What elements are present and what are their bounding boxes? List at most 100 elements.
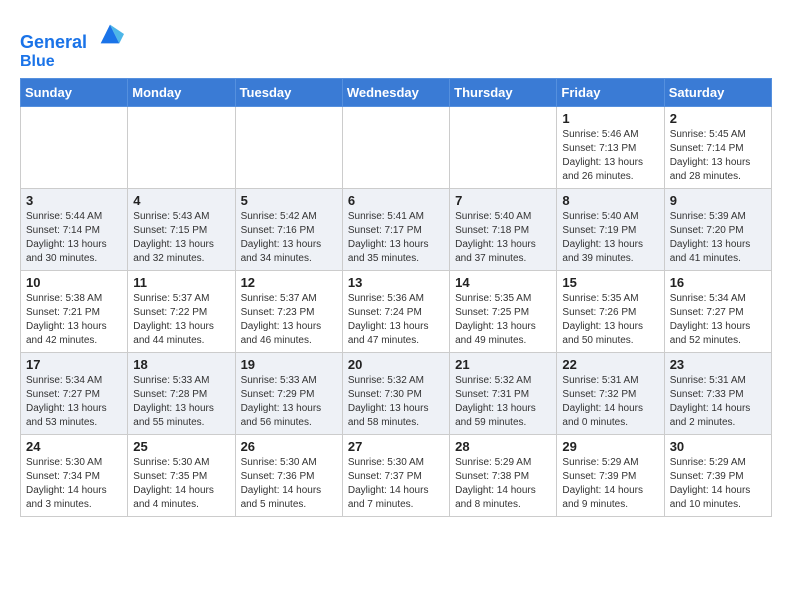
day-number: 20 — [348, 357, 444, 372]
day-number: 21 — [455, 357, 551, 372]
day-detail: Sunrise: 5:37 AM Sunset: 7:23 PM Dayligh… — [241, 292, 337, 348]
weekday-saturday: Saturday — [664, 79, 771, 107]
day-number: 28 — [455, 439, 551, 454]
calendar-cell — [21, 107, 128, 189]
day-number: 26 — [241, 439, 337, 454]
logo-text: General — [20, 20, 124, 53]
day-detail: Sunrise: 5:44 AM Sunset: 7:14 PM Dayligh… — [26, 210, 122, 266]
calendar-cell: 4 Sunrise: 5:43 AM Sunset: 7:15 PM Daylig… — [128, 189, 235, 271]
calendar-cell: 30 Sunrise: 5:29 AM Sunset: 7:39 PM Dayli… — [664, 435, 771, 517]
day-number: 10 — [26, 275, 122, 290]
weekday-friday: Friday — [557, 79, 664, 107]
calendar-cell: 24 Sunrise: 5:30 AM Sunset: 7:34 PM Dayli… — [21, 435, 128, 517]
day-number: 9 — [670, 193, 766, 208]
calendar-cell — [450, 107, 557, 189]
day-detail: Sunrise: 5:30 AM Sunset: 7:36 PM Dayligh… — [241, 456, 337, 512]
day-detail: Sunrise: 5:35 AM Sunset: 7:26 PM Dayligh… — [562, 292, 658, 348]
calendar-cell: 25Sunrise: 5:30 AM Sunset: 7:35 PM Dayli… — [128, 435, 235, 517]
day-number: 11 — [133, 275, 229, 290]
calendar-cell — [342, 107, 449, 189]
day-detail: Sunrise: 5:29 AM Sunset: 7:39 PM Dayligh… — [670, 456, 766, 512]
day-detail: Sunrise: 5:42 AM Sunset: 7:16 PM Dayligh… — [241, 210, 337, 266]
weekday-header-row: SundayMondayTuesdayWednesdayThursdayFrid… — [21, 79, 772, 107]
day-detail: Sunrise: 5:38 AM Sunset: 7:21 PM Dayligh… — [26, 292, 122, 348]
day-detail: Sunrise: 5:45 AM Sunset: 7:14 PM Dayligh… — [670, 128, 766, 184]
day-detail: Sunrise: 5:31 AM Sunset: 7:32 PM Dayligh… — [562, 374, 658, 430]
weekday-tuesday: Tuesday — [235, 79, 342, 107]
day-detail: Sunrise: 5:39 AM Sunset: 7:20 PM Dayligh… — [670, 210, 766, 266]
day-detail: Sunrise: 5:33 AM Sunset: 7:29 PM Dayligh… — [241, 374, 337, 430]
day-detail: Sunrise: 5:33 AM Sunset: 7:28 PM Dayligh… — [133, 374, 229, 430]
calendar-cell: 11 Sunrise: 5:37 AM Sunset: 7:22 PM Dayli… — [128, 271, 235, 353]
logo-icon — [96, 20, 124, 48]
weekday-sunday: Sunday — [21, 79, 128, 107]
day-detail: Sunrise: 5:46 AM Sunset: 7:13 PM Dayligh… — [562, 128, 658, 184]
day-number: 27 — [348, 439, 444, 454]
day-detail: Sunrise: 5:30 AM Sunset: 7:34 PM Dayligh… — [26, 456, 122, 512]
calendar-week-1: 1Sunrise: 5:46 AM Sunset: 7:13 PM Daylig… — [21, 107, 772, 189]
day-number: 22 — [562, 357, 658, 372]
calendar-cell: 10 Sunrise: 5:38 AM Sunset: 7:21 PM Dayli… — [21, 271, 128, 353]
calendar-cell: 18Sunrise: 5:33 AM Sunset: 7:28 PM Dayli… — [128, 353, 235, 435]
calendar-cell: 17 Sunrise: 5:34 AM Sunset: 7:27 PM Dayli… — [21, 353, 128, 435]
calendar-cell: 1Sunrise: 5:46 AM Sunset: 7:13 PM Daylig… — [557, 107, 664, 189]
calendar-cell: 7 Sunrise: 5:40 AM Sunset: 7:18 PM Daylig… — [450, 189, 557, 271]
calendar-cell: 3Sunrise: 5:44 AM Sunset: 7:14 PM Daylig… — [21, 189, 128, 271]
day-number: 6 — [348, 193, 444, 208]
calendar-cell — [128, 107, 235, 189]
calendar-cell: 26 Sunrise: 5:30 AM Sunset: 7:36 PM Dayli… — [235, 435, 342, 517]
weekday-wednesday: Wednesday — [342, 79, 449, 107]
calendar-header: SundayMondayTuesdayWednesdayThursdayFrid… — [21, 79, 772, 107]
day-number: 7 — [455, 193, 551, 208]
calendar-cell: 5 Sunrise: 5:42 AM Sunset: 7:16 PM Daylig… — [235, 189, 342, 271]
day-detail: Sunrise: 5:36 AM Sunset: 7:24 PM Dayligh… — [348, 292, 444, 348]
calendar-cell: 6 Sunrise: 5:41 AM Sunset: 7:17 PM Daylig… — [342, 189, 449, 271]
day-number: 16 — [670, 275, 766, 290]
day-detail: Sunrise: 5:29 AM Sunset: 7:38 PM Dayligh… — [455, 456, 551, 512]
calendar-cell: 14Sunrise: 5:35 AM Sunset: 7:25 PM Dayli… — [450, 271, 557, 353]
day-detail: Sunrise: 5:34 AM Sunset: 7:27 PM Dayligh… — [670, 292, 766, 348]
weekday-thursday: Thursday — [450, 79, 557, 107]
day-detail: Sunrise: 5:43 AM Sunset: 7:15 PM Dayligh… — [133, 210, 229, 266]
calendar-table: SundayMondayTuesdayWednesdayThursdayFrid… — [20, 78, 772, 517]
day-number: 29 — [562, 439, 658, 454]
day-detail: Sunrise: 5:37 AM Sunset: 7:22 PM Dayligh… — [133, 292, 229, 348]
calendar-week-3: 10 Sunrise: 5:38 AM Sunset: 7:21 PM Dayli… — [21, 271, 772, 353]
day-detail: Sunrise: 5:34 AM Sunset: 7:27 PM Dayligh… — [26, 374, 122, 430]
calendar-cell: 19Sunrise: 5:33 AM Sunset: 7:29 PM Dayli… — [235, 353, 342, 435]
day-number: 25 — [133, 439, 229, 454]
day-number: 12 — [241, 275, 337, 290]
day-number: 8 — [562, 193, 658, 208]
day-detail: Sunrise: 5:31 AM Sunset: 7:33 PM Dayligh… — [670, 374, 766, 430]
day-detail: Sunrise: 5:40 AM Sunset: 7:18 PM Dayligh… — [455, 210, 551, 266]
calendar-cell: 28 Sunrise: 5:29 AM Sunset: 7:38 PM Dayli… — [450, 435, 557, 517]
day-detail: Sunrise: 5:29 AM Sunset: 7:39 PM Dayligh… — [562, 456, 658, 512]
day-number: 24 — [26, 439, 122, 454]
day-detail: Sunrise: 5:30 AM Sunset: 7:37 PM Dayligh… — [348, 456, 444, 512]
calendar-week-4: 17 Sunrise: 5:34 AM Sunset: 7:27 PM Dayli… — [21, 353, 772, 435]
day-detail: Sunrise: 5:41 AM Sunset: 7:17 PM Dayligh… — [348, 210, 444, 266]
calendar-cell: 20 Sunrise: 5:32 AM Sunset: 7:30 PM Dayli… — [342, 353, 449, 435]
day-detail: Sunrise: 5:32 AM Sunset: 7:30 PM Dayligh… — [348, 374, 444, 430]
day-number: 17 — [26, 357, 122, 372]
day-number: 5 — [241, 193, 337, 208]
day-number: 4 — [133, 193, 229, 208]
calendar-cell: 16 Sunrise: 5:34 AM Sunset: 7:27 PM Dayli… — [664, 271, 771, 353]
calendar-cell: 23 Sunrise: 5:31 AM Sunset: 7:33 PM Dayli… — [664, 353, 771, 435]
day-number: 2 — [670, 111, 766, 126]
calendar-cell: 29 Sunrise: 5:29 AM Sunset: 7:39 PM Dayli… — [557, 435, 664, 517]
logo-text2: Blue — [20, 53, 124, 71]
day-detail: Sunrise: 5:40 AM Sunset: 7:19 PM Dayligh… — [562, 210, 658, 266]
calendar-cell: 15Sunrise: 5:35 AM Sunset: 7:26 PM Dayli… — [557, 271, 664, 353]
day-detail: Sunrise: 5:32 AM Sunset: 7:31 PM Dayligh… — [455, 374, 551, 430]
calendar-week-2: 3Sunrise: 5:44 AM Sunset: 7:14 PM Daylig… — [21, 189, 772, 271]
calendar-cell: 27 Sunrise: 5:30 AM Sunset: 7:37 PM Dayli… — [342, 435, 449, 517]
calendar-cell: 13 Sunrise: 5:36 AM Sunset: 7:24 PM Dayli… — [342, 271, 449, 353]
logo: General Blue — [20, 20, 124, 70]
day-number: 23 — [670, 357, 766, 372]
calendar-cell: 22 Sunrise: 5:31 AM Sunset: 7:32 PM Dayli… — [557, 353, 664, 435]
calendar-cell — [235, 107, 342, 189]
day-number: 30 — [670, 439, 766, 454]
page-header: General Blue — [20, 16, 772, 70]
day-number: 13 — [348, 275, 444, 290]
